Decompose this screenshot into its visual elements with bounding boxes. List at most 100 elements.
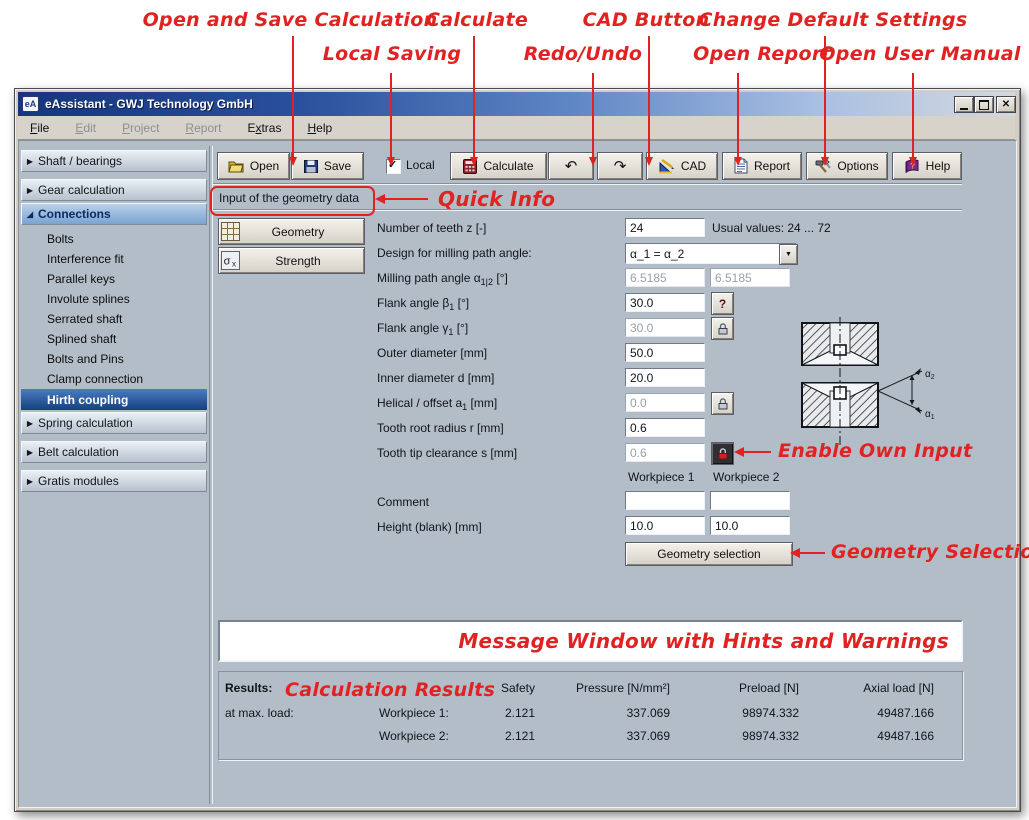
field-label: Height (blank) [mm] [377, 520, 482, 534]
sidebar-section-belt-calculation[interactable]: ▶ Belt calculation [21, 441, 207, 463]
redo-icon: ↷ [614, 157, 627, 175]
milling-design-dropdown[interactable]: α_1 = α_2 [625, 243, 797, 264]
sidebar-section-label: Gratis modules [38, 474, 119, 488]
calculate-button[interactable]: Calculate [450, 152, 547, 180]
sidebar-section-connections[interactable]: ◢ Connections [21, 203, 207, 225]
dropdown-arrow-button[interactable]: ▼ [779, 244, 798, 265]
enable-own-input-arrow [743, 451, 771, 453]
annotation-line-calculate [473, 36, 475, 158]
teeth-input[interactable]: 24 [625, 218, 705, 237]
tooth-tip-clearance-input: 0.6 [625, 443, 705, 462]
chevron-right-icon: ▶ [22, 157, 38, 166]
annotation-cad: CAD Button [583, 9, 710, 31]
open-button-label: Open [250, 159, 279, 173]
inner-diameter-input[interactable]: 20.0 [625, 368, 705, 387]
outer-diameter-value: 50.0 [630, 346, 653, 360]
flank-angle-gamma-lock-button[interactable] [711, 317, 734, 340]
sidebar-section-shaft-bearings[interactable]: ▶ Shaft / bearings [21, 150, 207, 172]
tooth-root-radius-input[interactable]: 0.6 [625, 418, 705, 437]
minimize-button[interactable] [954, 96, 974, 113]
sidebar-item-bolts-and-pins[interactable]: Bolts and Pins [21, 349, 207, 369]
height2-input[interactable]: 10.0 [710, 516, 790, 535]
outer-diameter-input[interactable]: 50.0 [625, 343, 705, 362]
sidebar-section-label: Gear calculation [38, 183, 125, 197]
maximize-button[interactable] [974, 96, 994, 113]
open-button[interactable]: Open [217, 152, 290, 180]
results-value: 98974.332 [689, 706, 799, 720]
field-label: Helical / offset a1 [mm] [377, 396, 497, 412]
sidebar-item-label: Bolts [47, 232, 74, 246]
sidebar-item-splined-shaft[interactable]: Splined shaft [21, 329, 207, 349]
message-window-annotation: Message Window with Hints and Warnings [458, 629, 949, 653]
save-button[interactable]: Save [291, 152, 364, 180]
milling-angle1-value: 6.5185 [630, 271, 667, 285]
sidebar-item-serrated-shaft[interactable]: Serrated shaft [21, 309, 207, 329]
strength-sigma-icon: σ x [221, 251, 240, 270]
menu-extras[interactable]: Extras [247, 121, 281, 135]
sidebar-section-gear-calculation[interactable]: ▶ Gear calculation [21, 179, 207, 201]
tooth-tip-clearance-lock-button[interactable] [711, 442, 734, 465]
sidebar-section-label: Belt calculation [38, 445, 119, 459]
undo-button[interactable]: ↶ [548, 152, 594, 180]
annotation-redo-undo: Redo/Undo [524, 43, 642, 65]
sidebar-item-label: Splined shaft [47, 332, 116, 346]
menu-file[interactable]: File [30, 121, 49, 135]
geometry-selection-button[interactable]: Geometry selection [625, 542, 793, 566]
height2-value: 10.0 [715, 519, 738, 533]
sidebar-item-label: Hirth coupling [47, 393, 128, 407]
field-label: Tooth root radius r [mm] [377, 421, 504, 435]
save-floppy-icon [304, 160, 318, 173]
comment1-input[interactable] [625, 491, 705, 510]
helical-offset-lock-button[interactable] [711, 392, 734, 415]
options-button[interactable]: Options [806, 152, 888, 180]
calculate-button-label: Calculate [483, 159, 533, 173]
annotation-line-redo-undo [592, 73, 594, 158]
comment2-input[interactable] [710, 491, 790, 510]
quick-info-arrow [384, 198, 428, 200]
flank-angle-beta-input[interactable]: 30.0 [625, 293, 705, 312]
window-title: eAssistant - GWJ Technology GmbH [45, 97, 253, 111]
menu-edit: Edit [75, 121, 96, 135]
strength-module-button[interactable]: σ x Strength [218, 247, 365, 274]
results-value: 98974.332 [689, 729, 799, 743]
results-col-axial: Axial load [N] [824, 681, 934, 695]
annotation-open-save: Open and Save Calculation [143, 9, 438, 31]
sidebar-item-involute-splines[interactable]: Involute splines [21, 289, 207, 309]
question-icon: ? [719, 297, 726, 311]
help-button-label: Help [926, 159, 951, 173]
sidebar-section-spring-calculation[interactable]: ▶ Spring calculation [21, 412, 207, 434]
sidebar-item-bolts[interactable]: Bolts [21, 229, 207, 249]
close-button[interactable]: ✕ [996, 96, 1016, 113]
sidebar-section-gratis-modules[interactable]: ▶ Gratis modules [21, 470, 207, 492]
field-label: Tooth tip clearance s [mm] [377, 446, 517, 460]
results-value: 337.069 [560, 706, 670, 720]
redo-button[interactable]: ↷ [597, 152, 643, 180]
results-workpiece2-label: Workpiece 2: [379, 729, 449, 743]
flank-angle-beta-value: 30.0 [630, 296, 653, 310]
chevron-right-icon: ▶ [22, 419, 38, 428]
sidebar-item-label: Serrated shaft [47, 312, 122, 326]
sidebar-item-interference-fit[interactable]: Interference fit [21, 249, 207, 269]
annotation-local-saving: Local Saving [323, 43, 462, 65]
flank-angle-help-button[interactable]: ? [711, 292, 734, 315]
teeth-value: 24 [630, 221, 643, 235]
sidebar-item-hirth-coupling[interactable]: Hirth coupling [21, 389, 207, 410]
sidebar-item-clamp-connection[interactable]: Clamp connection [21, 369, 207, 389]
cad-icon [658, 159, 675, 174]
height1-input[interactable]: 10.0 [625, 516, 705, 535]
geometry-module-button[interactable]: Geometry [218, 218, 365, 245]
usual-values-note: Usual values: 24 ... 72 [712, 221, 831, 235]
field-label: Design for milling path angle: [377, 246, 532, 260]
field-label: Milling path angle α1|2 [°] [377, 271, 508, 287]
field-label: Flank angle β1 [°] [377, 296, 469, 312]
close-icon: ✕ [1002, 99, 1010, 110]
report-button-label: Report [754, 159, 790, 173]
local-checkbox-label: Local [406, 158, 435, 172]
chevron-expanded-icon: ◢ [22, 210, 38, 219]
maximize-icon [979, 100, 989, 110]
tooth-root-radius-value: 0.6 [630, 421, 647, 435]
menu-help[interactable]: Help [307, 121, 332, 135]
cad-button[interactable]: CAD [646, 152, 718, 180]
sidebar-item-parallel-keys[interactable]: Parallel keys [21, 269, 207, 289]
help-button[interactable]: ? Help [892, 152, 962, 180]
